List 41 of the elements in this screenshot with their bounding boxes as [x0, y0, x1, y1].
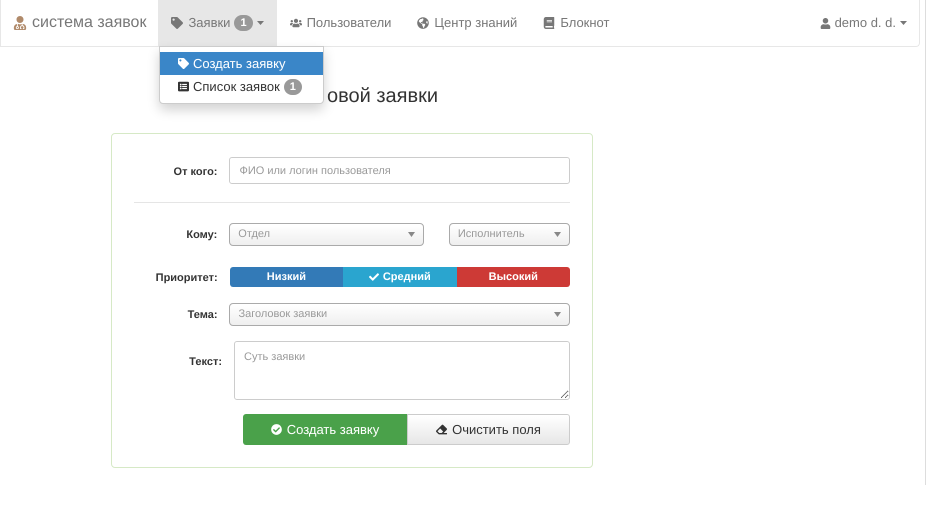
select-field[interactable]: Исполнитель: [448, 222, 570, 246]
check-icon: [270, 424, 282, 435]
field-label: Приоритет:: [156, 272, 218, 284]
brand-link[interactable]: система заявок: [32, 11, 146, 35]
nav-item[interactable]: Блокнот: [530, 0, 622, 46]
nav-item[interactable]: Центр знаний: [404, 0, 530, 46]
text-area[interactable]: Суть заявки: [234, 341, 570, 400]
check-icon: [368, 272, 379, 282]
users-icon: [290, 17, 302, 29]
page-title: овой заявки: [327, 85, 438, 107]
select-field[interactable]: Заголовок заявки: [229, 302, 570, 326]
create-button[interactable]: Создать заявку: [243, 414, 407, 445]
nav-item[interactable]: Пользователи: [276, 0, 404, 46]
book-icon: [543, 17, 556, 29]
caret-icon: [408, 232, 416, 236]
count-badge: 1: [284, 78, 302, 94]
menu-item[interactable]: Список заявок 1: [160, 75, 323, 98]
menu-item[interactable]: Создать заявку: [160, 52, 323, 75]
caret-icon: [554, 312, 561, 316]
field-label: Текст:: [189, 356, 222, 368]
priority-option[interactable]: Низкий: [230, 267, 344, 287]
tag-icon: [171, 17, 184, 29]
field-label: От кого:: [174, 166, 218, 178]
list-icon: [178, 81, 189, 92]
nav-item[interactable]: Заявки 1: [158, 0, 277, 46]
caret-icon: [554, 232, 562, 236]
priority-option[interactable]: Средний: [343, 267, 457, 287]
count-badge: 1: [234, 15, 253, 31]
user-icon: [13, 16, 27, 30]
priority-option[interactable]: Высокий: [456, 267, 570, 287]
user-menu[interactable]: demo d. d.: [834, 13, 896, 33]
field-label: Тема:: [188, 309, 218, 321]
caret-icon: [900, 21, 907, 25]
field-label: Кому:: [186, 229, 218, 241]
eraser-icon: [436, 424, 448, 435]
select-field[interactable]: Отдел: [229, 222, 424, 246]
tag-icon: [178, 58, 189, 69]
globe-icon: [417, 17, 430, 29]
input-field[interactable]: ФИО или логин пользователя: [229, 157, 570, 184]
user-icon: [820, 18, 831, 28]
clear-button[interactable]: Очистить поля: [406, 414, 570, 445]
